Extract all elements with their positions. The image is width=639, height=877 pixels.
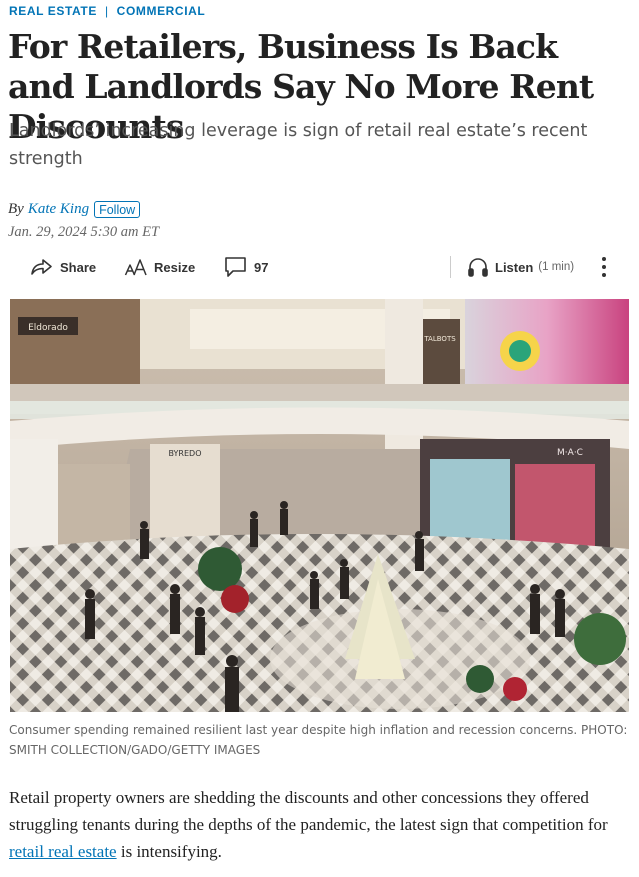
- comments-button[interactable]: 97: [224, 252, 268, 282]
- share-icon: [30, 257, 54, 277]
- listen-label: Listen: [495, 259, 534, 275]
- store-sign-mac: M·A·C: [557, 448, 583, 458]
- share-button[interactable]: Share: [30, 252, 96, 282]
- article-toolbar: Share Resize 97 Listen (1 min): [0, 252, 639, 282]
- listen-duration: (1 min): [538, 261, 575, 273]
- store-sign-talbots: TALBOTS: [423, 335, 456, 343]
- more-icon: [601, 256, 607, 278]
- breadcrumb-real-estate[interactable]: REAL ESTATE: [9, 4, 97, 18]
- breadcrumb-separator: |: [104, 4, 109, 18]
- more-options-button[interactable]: [596, 252, 612, 282]
- comments-count: 97: [254, 259, 269, 275]
- retail-real-estate-link[interactable]: retail real estate: [9, 842, 117, 861]
- paragraph-text-start: Retail property owners are shedding the …: [9, 788, 608, 834]
- dek: Landlords’ increasing leverage is sign o…: [9, 121, 588, 169]
- timestamp: Jan. 29, 2024 5:30 am ET: [8, 224, 160, 240]
- byline-prefix: By: [8, 200, 24, 217]
- paragraph-text-end: is intensifying.: [116, 842, 222, 861]
- resize-icon: [124, 257, 148, 277]
- hero-photo: Eldorado TALBOTS BYREDO M·A·C: [10, 299, 629, 712]
- breadcrumb-commercial[interactable]: COMMERCIAL: [117, 4, 206, 18]
- resize-button[interactable]: Resize: [124, 252, 195, 282]
- byline: By Kate King Follow: [8, 199, 141, 219]
- headphones-icon: [467, 256, 489, 278]
- store-sign-byredo: BYREDO: [168, 449, 201, 458]
- photo-caption: Consumer spending remained resilient las…: [9, 723, 628, 757]
- author-link[interactable]: Kate King: [28, 201, 89, 218]
- article-page: REAL ESTATE | COMMERCIAL For Retailers, …: [0, 0, 639, 877]
- breadcrumb: REAL ESTATE | COMMERCIAL: [9, 3, 205, 19]
- store-sign-eldorado: Eldorado: [28, 323, 68, 333]
- comment-icon: [224, 256, 248, 278]
- share-label: Share: [60, 259, 97, 275]
- follow-button[interactable]: Follow: [94, 200, 141, 218]
- listen-button[interactable]: Listen (1 min): [467, 252, 574, 282]
- article-paragraph: Retail property owners are shedding the …: [9, 784, 629, 865]
- resize-label: Resize: [154, 259, 196, 275]
- toolbar-divider: [450, 256, 451, 278]
